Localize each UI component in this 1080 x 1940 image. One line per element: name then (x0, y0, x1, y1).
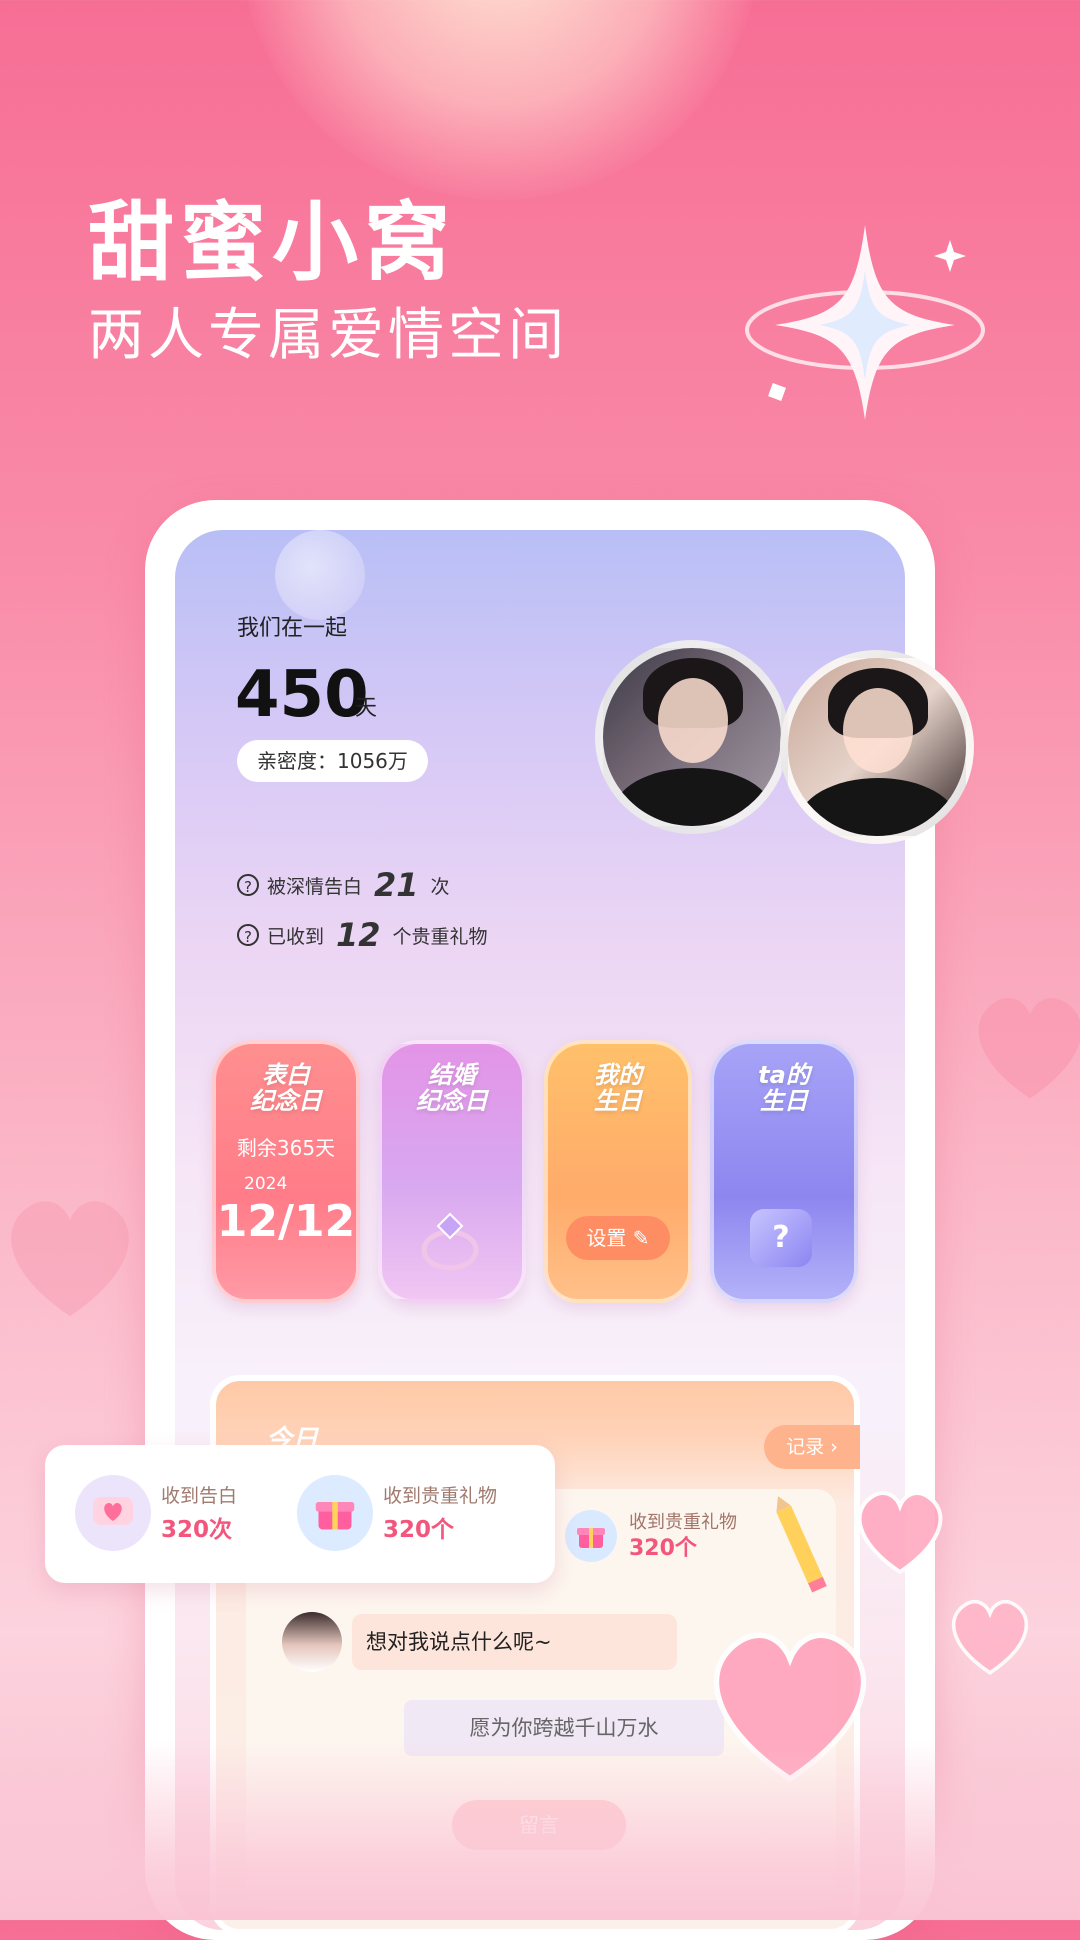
today-gift-row: 收到贵重礼物 320个 (565, 1510, 737, 1562)
pencil-icon (776, 1496, 827, 1593)
card-title: 我的 生日 (594, 1061, 642, 1115)
avatar-partner-female[interactable] (780, 650, 974, 844)
remaining-days: 剩余365天 (236, 1136, 336, 1160)
confess-count: 320次 (161, 1517, 233, 1543)
days-unit: 天 (355, 696, 378, 721)
gift-icon (565, 1510, 617, 1562)
partner-birthday-card[interactable]: ta的 生日 ? (710, 1040, 858, 1303)
gift-summary-count: 320个 (383, 1517, 455, 1543)
confession-stat: ? 被深情告白 21 次 (237, 866, 450, 904)
gift-count: 320个 (629, 1536, 697, 1561)
days-count: 450 (235, 658, 369, 732)
bottom-fade (0, 1740, 1080, 1920)
confession-summary: 收到告白 320次 (75, 1475, 237, 1551)
message-prompt[interactable]: 想对我说点什么呢~ (352, 1614, 677, 1670)
user-avatar[interactable] (282, 1612, 342, 1672)
avatar-partner-male[interactable] (595, 640, 789, 834)
card-title: 表白 纪念日 (250, 1061, 322, 1115)
heart-icon (951, 1599, 1029, 1675)
help-icon[interactable]: ? (237, 924, 259, 946)
record-button[interactable]: 记录 › (764, 1425, 860, 1469)
heart-icon (857, 1491, 943, 1575)
gift-summary-label: 收到贵重礼物 (383, 1485, 498, 1507)
hero-title: 甜蜜小窝 (88, 193, 456, 293)
anniversary-date: 12/12 (216, 1196, 356, 1247)
together-label: 我们在一起 (237, 616, 348, 641)
chat-heart-icon (75, 1475, 151, 1551)
gift-summary: 收到贵重礼物 320个 (297, 1475, 497, 1551)
confess-label: 收到告白 (161, 1485, 238, 1507)
confession-anniversary-card[interactable]: 表白 纪念日 剩余365天 2024 12/12 (212, 1040, 360, 1303)
stat-unit: 个贵重礼物 (392, 925, 488, 948)
set-birthday-button[interactable]: 设置 ✎ (566, 1216, 670, 1260)
moon-icon (275, 530, 365, 620)
heart-icon (11, 1201, 129, 1317)
gift-label: 收到贵重礼物 (629, 1512, 737, 1533)
background-glow (240, 0, 760, 200)
question-bubble-icon: ? (750, 1209, 812, 1267)
hero-subtitle: 两人专属爱情空间 (88, 303, 568, 368)
gift-stat: ? 已收到 12 个贵重礼物 (237, 916, 488, 954)
ring-icon (421, 1212, 479, 1271)
stat-label: 被深情告白 (267, 875, 363, 898)
stat-unit: 次 (430, 875, 450, 898)
heart-icon (978, 997, 1080, 1099)
gift-icon (297, 1475, 373, 1551)
intimacy-badge: 亲密度：1056万 (237, 740, 428, 782)
wedding-anniversary-card[interactable]: 结婚 纪念日 (378, 1040, 526, 1303)
stat-label: 已收到 (267, 925, 325, 948)
my-birthday-card[interactable]: 我的 生日 设置 ✎ (544, 1040, 692, 1303)
card-title: 结婚 纪念日 (416, 1061, 488, 1115)
help-icon[interactable]: ? (237, 874, 259, 896)
summary-card: 收到告白 320次 收到贵重礼物 320个 (45, 1445, 555, 1583)
anniversary-year: 2024 (244, 1174, 288, 1194)
stat-value: 12 (336, 916, 381, 954)
sparkle-star-icon (745, 225, 985, 420)
card-title: ta的 生日 (758, 1061, 810, 1115)
stat-value: 21 (374, 866, 419, 904)
